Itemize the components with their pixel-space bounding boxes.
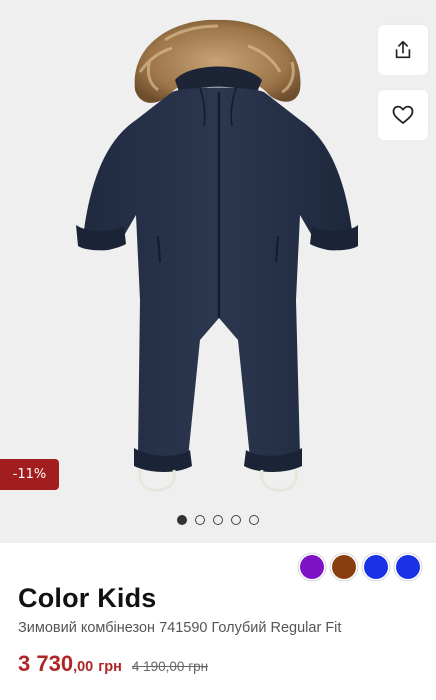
color-swatch[interactable]: [300, 555, 324, 579]
gallery-dot[interactable]: [231, 515, 241, 525]
color-swatch[interactable]: [364, 555, 388, 579]
product-info: Color Kids Зимовий комбінезон 741590 Гол…: [0, 543, 436, 700]
share-icon: [395, 40, 411, 59]
gallery-dot[interactable]: [195, 515, 205, 525]
color-swatch[interactable]: [332, 555, 356, 579]
brand-name[interactable]: Color Kids: [18, 583, 157, 614]
share-button[interactable]: [378, 25, 428, 75]
price-block: 3 730 ,00 грн 4 190,00 грн: [18, 651, 208, 677]
wishlist-button[interactable]: [378, 90, 428, 140]
current-price-fraction: ,00: [73, 659, 94, 675]
product-gallery[interactable]: -11%: [0, 0, 436, 543]
current-price-currency: грн: [98, 659, 122, 675]
gallery-dot[interactable]: [213, 515, 223, 525]
color-swatches: [300, 555, 420, 579]
gallery-dot[interactable]: [249, 515, 259, 525]
old-price: 4 190,00 грн: [131, 659, 209, 674]
discount-badge: -11%: [0, 459, 59, 490]
color-swatch[interactable]: [396, 555, 420, 579]
gallery-dot[interactable]: [177, 515, 187, 525]
gallery-pagination: [0, 515, 436, 525]
heart-icon: [392, 105, 414, 124]
current-price: 3 730: [18, 651, 74, 676]
product-title: Зимовий комбінезон 741590 Голубий Regula…: [18, 620, 342, 636]
product-image[interactable]: [0, 0, 436, 543]
